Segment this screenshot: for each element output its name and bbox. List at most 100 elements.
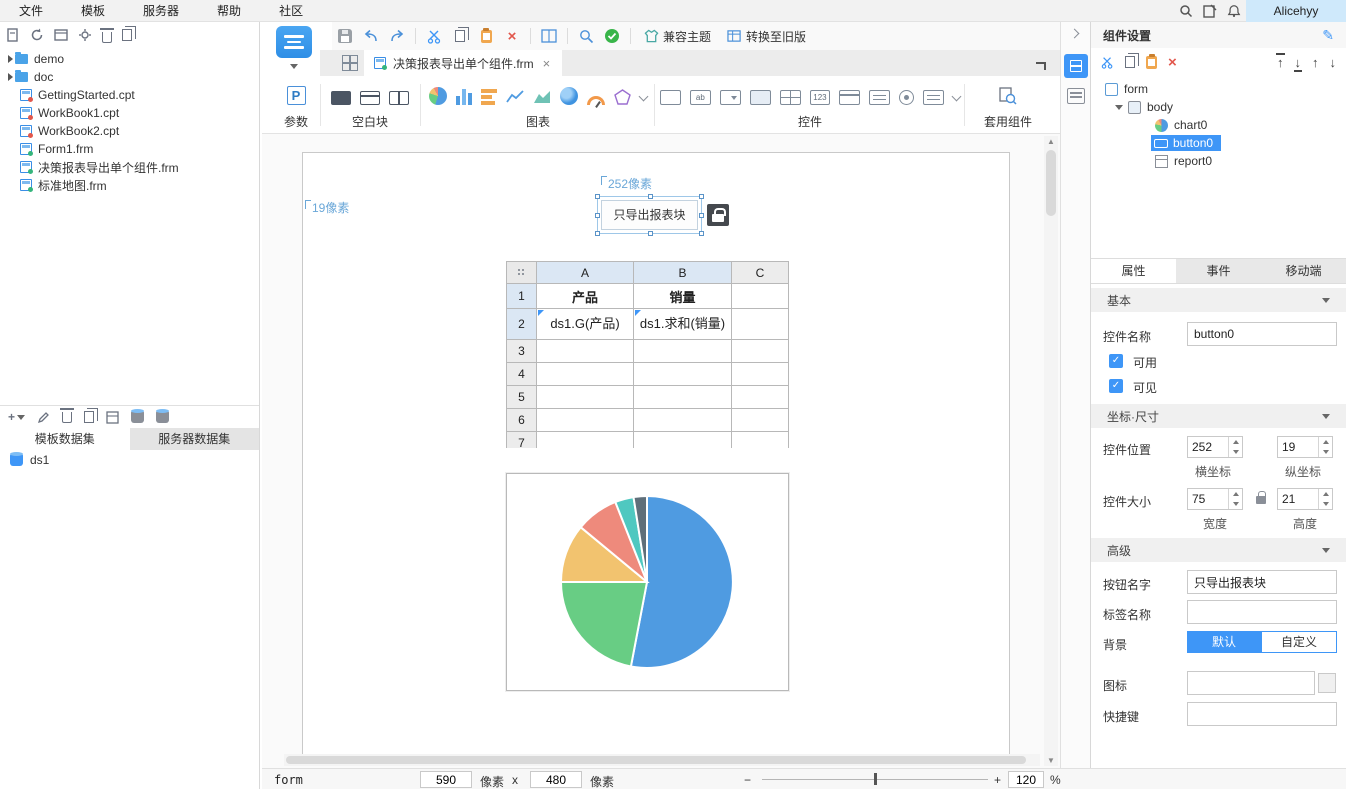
maximize-panel-icon[interactable] [1036,62,1046,70]
grid-row-header[interactable]: 3 [507,340,537,363]
tree-node-button0-selected[interactable]: button0 [1091,134,1346,152]
grid-cell[interactable] [634,386,732,409]
menu-help[interactable]: 帮助 [198,0,260,22]
textfield-widget-icon[interactable] [659,90,681,105]
y-position-input[interactable] [1278,437,1318,457]
user-account-tab[interactable]: Alicehyy [1246,0,1346,22]
width-input[interactable] [1188,489,1228,509]
grid-row-header[interactable]: 2 [507,309,537,340]
copy-icon[interactable] [122,26,136,41]
report-block-icon[interactable] [389,91,409,105]
grid-column-header[interactable]: B [634,262,732,284]
pie-chart-icon[interactable] [429,87,447,105]
x-position-spinner[interactable] [1187,436,1243,458]
search-icon[interactable] [1174,0,1198,22]
absolute-block-icon[interactable] [331,91,351,105]
tree-item-file[interactable]: Form1.frm [0,140,259,158]
component-library-button[interactable] [276,26,312,58]
grid-cell[interactable]: ds1.求和(销量) [634,309,732,340]
grid-cell[interactable] [732,432,789,448]
grid-cell[interactable] [537,409,634,432]
settings-icon[interactable] [78,28,92,42]
resize-handle-ne[interactable] [699,194,704,199]
tab-template-datasets[interactable]: 模板数据集 [0,428,130,450]
new-template-icon[interactable] [6,28,20,42]
delete-dataset-icon[interactable] [60,407,75,423]
horizontal-scrollbar[interactable] [284,754,1040,766]
grid-cell[interactable] [634,432,732,448]
area-chart-icon[interactable] [533,89,551,105]
grid-row-header[interactable]: 7 [507,432,537,448]
date-widget-icon[interactable] [839,90,861,105]
vertical-scrollbar[interactable]: ▲ ▼ [1044,136,1058,766]
move-down-icon[interactable]: ↓ [1330,56,1337,69]
scroll-up-icon[interactable]: ▲ [1047,137,1055,146]
tree-item-file[interactable]: 标准地图.frm [0,176,259,194]
collapse-caret-icon[interactable] [1115,104,1123,110]
resize-handle-e[interactable] [699,213,704,218]
parameter-icon[interactable]: P [286,86,306,105]
tree-node-form[interactable]: form [1091,80,1346,98]
bar-chart-icon[interactable] [481,89,497,105]
delete-icon[interactable]: × [499,24,525,48]
grid-row-header[interactable]: 5 [507,386,537,409]
merge-cell-icon[interactable] [536,24,562,48]
server-database-icon[interactable] [156,409,170,423]
chart-widget-container[interactable] [506,473,789,691]
vertical-scroll-thumb[interactable] [1046,150,1056,216]
connection-icon[interactable] [106,410,119,424]
section-advanced[interactable]: 高级 [1091,538,1346,562]
grid-column-header[interactable]: C [732,262,789,284]
horizontal-scroll-thumb[interactable] [286,756,1026,764]
grid-cell[interactable] [634,363,732,386]
line-chart-icon[interactable] [506,89,524,105]
number-widget-icon[interactable]: 123 [809,90,831,105]
resize-handle-s[interactable] [648,231,653,236]
grid-row-header[interactable]: 1 [507,284,537,309]
tab-mobile[interactable]: 移动端 [1261,259,1346,283]
icon-picker-button[interactable] [1318,673,1336,693]
grid-cell[interactable] [732,309,789,340]
spin-up-icon[interactable] [1229,489,1242,499]
zoom-icon[interactable] [573,24,599,48]
tab-properties[interactable]: 属性 [1091,259,1176,283]
tree-item-folder[interactable]: doc [0,68,259,86]
table-widget-icon[interactable] [779,90,801,105]
delete-icon[interactable] [100,27,114,43]
width-spinner[interactable] [1187,488,1243,510]
canvas-width-input[interactable] [420,771,472,788]
tree-node-chart0[interactable]: chart0 [1091,116,1346,134]
collapse-caret-icon[interactable] [1322,547,1330,553]
save-icon[interactable] [332,24,358,48]
grid-cell[interactable]: 产品 [537,284,634,309]
radio-widget-icon[interactable] [899,90,915,105]
grid-row-header[interactable]: 6 [507,409,537,432]
tab-block-icon[interactable] [360,91,380,105]
resize-handle-n[interactable] [648,194,653,199]
resize-handle-se[interactable] [699,231,704,236]
grid-cell[interactable] [537,340,634,363]
tab-close-icon[interactable]: × [541,56,553,71]
component-library-caret-icon[interactable] [290,64,298,69]
move-up-icon[interactable]: ↑ [1312,56,1319,69]
expand-caret-icon[interactable] [8,55,13,63]
button-widget-icon[interactable] [749,90,771,105]
textarea-widget-icon[interactable] [869,90,891,105]
cut-icon[interactable] [1101,56,1114,69]
dataset-item-ds1[interactable]: ds1 [0,450,259,470]
grid-cell[interactable] [537,386,634,409]
tree-node-report0[interactable]: report0 [1091,152,1346,170]
cut-icon[interactable] [421,24,447,48]
more-widgets-chevron-icon[interactable] [951,91,962,102]
y-position-spinner[interactable] [1277,436,1333,458]
refresh-icon[interactable] [30,28,44,42]
grid-cell[interactable] [732,409,789,432]
spin-up-icon[interactable] [1229,437,1242,447]
copy-icon[interactable] [447,24,473,48]
grid-column-header[interactable]: A [537,262,634,284]
tree-item-file[interactable]: GettingStarted.cpt [0,86,259,104]
button-name-input[interactable] [1187,570,1337,594]
icon-input[interactable] [1187,671,1315,695]
spin-down-icon[interactable] [1229,499,1242,509]
edit-pencil-icon[interactable]: ✎ [1322,27,1334,44]
